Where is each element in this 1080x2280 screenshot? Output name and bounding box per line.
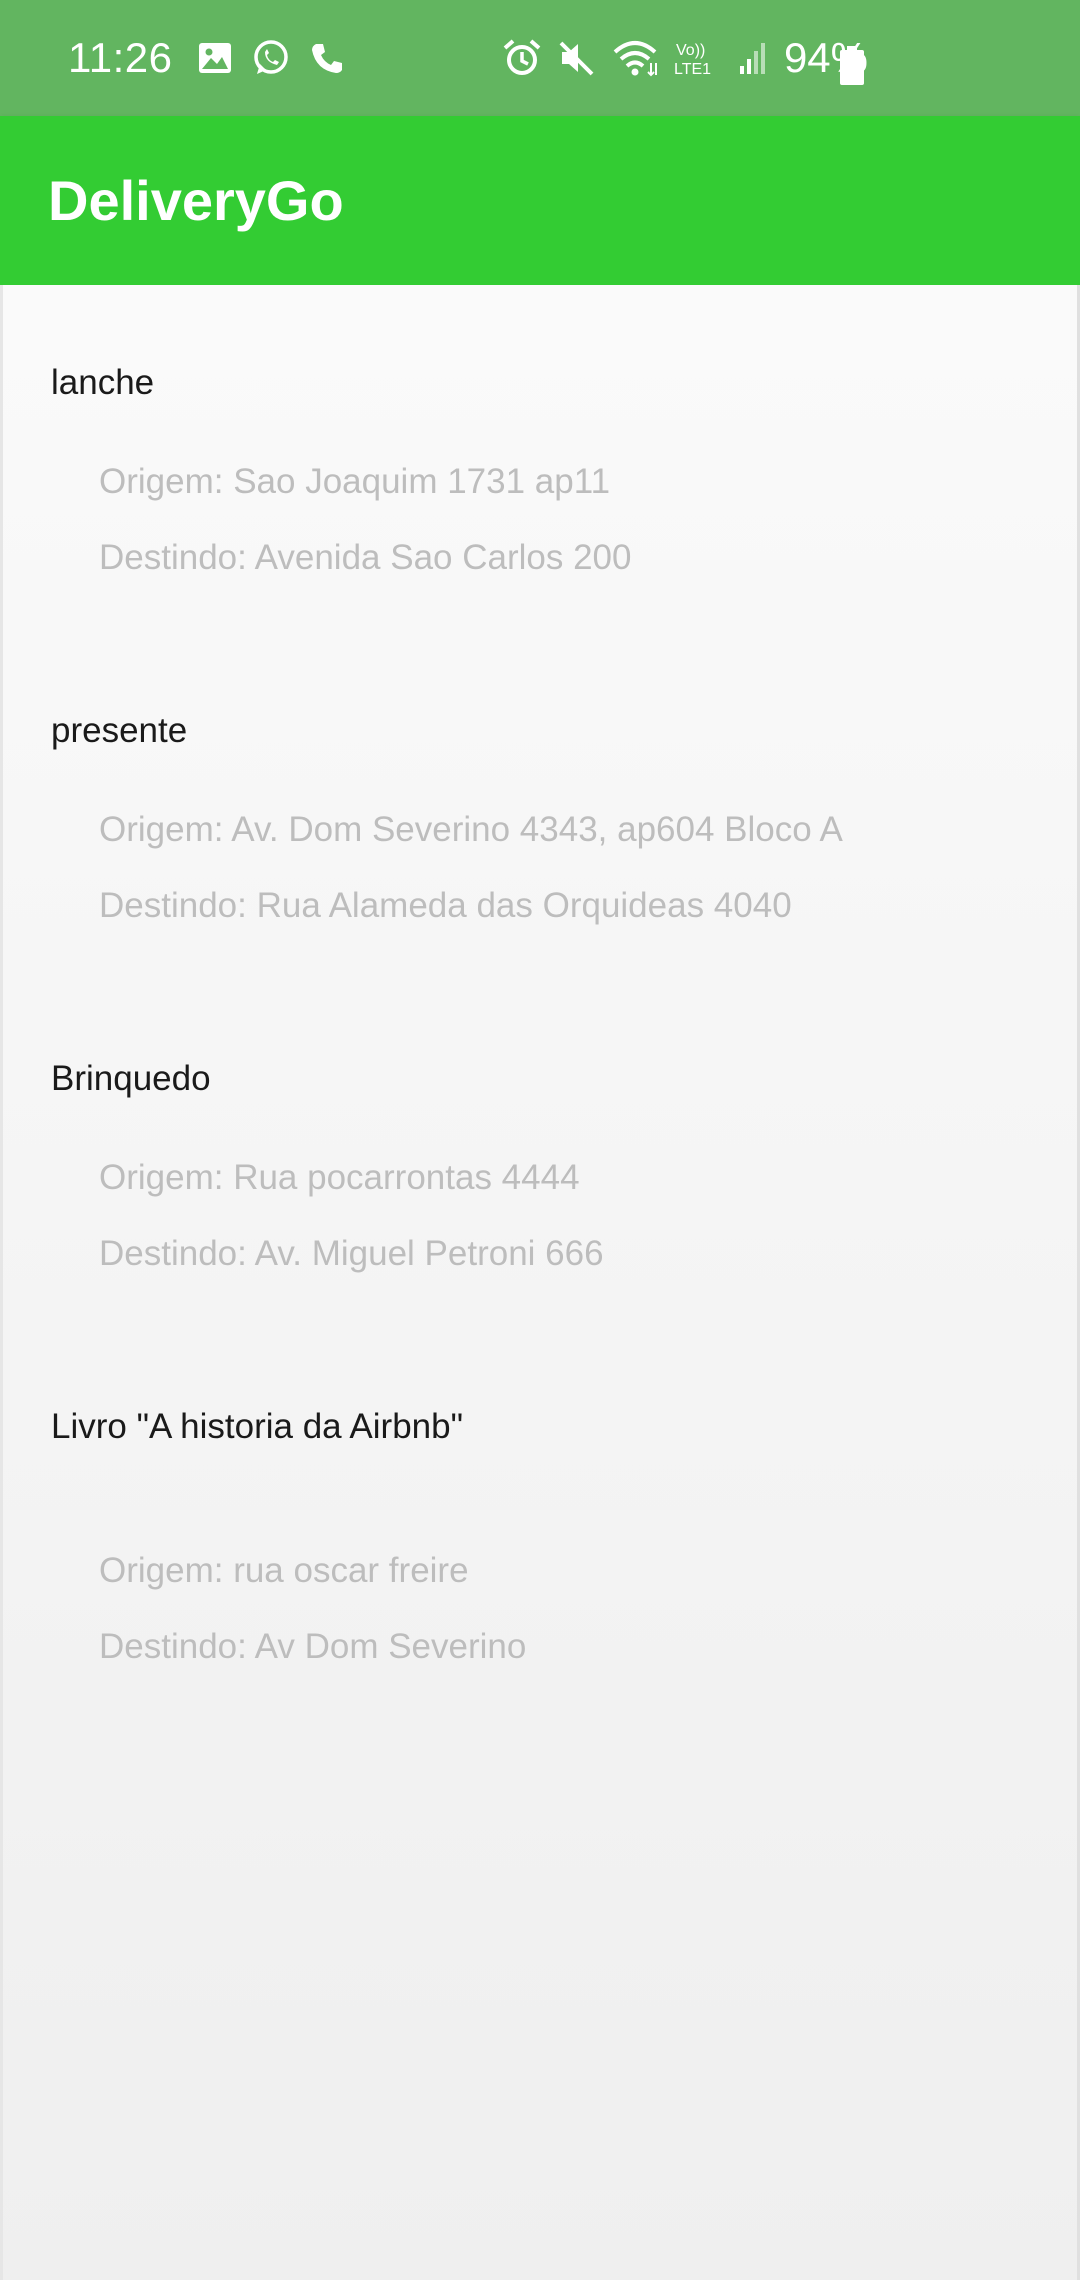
delivery-origin: Origem: Rua pocarrontas 4444 <box>99 1158 580 1197</box>
delivery-origin: Origem: Av. Dom Severino 4343, ap604 Blo… <box>99 810 843 849</box>
phone-icon <box>309 40 345 76</box>
delivery-title: presente <box>51 711 188 750</box>
delivery-title: lanche <box>51 363 155 402</box>
delivery-destination: Destindo: Rua Alameda das Orquideas 4040 <box>99 886 792 925</box>
delivery-title: Brinquedo <box>51 1059 211 1098</box>
app-title: DeliveryGo <box>48 169 344 232</box>
whatsapp-icon <box>251 38 291 78</box>
svg-text:Vo)): Vo)) <box>676 42 705 59</box>
system-status-icons: Vo)) LTE1 94% <box>502 0 1080 116</box>
app-bar: DeliveryGo <box>0 116 1080 285</box>
notification-icons <box>197 38 345 78</box>
alarm-icon <box>502 38 542 78</box>
volte-lte-icon: Vo)) LTE1 <box>674 38 722 78</box>
delivery-destination: Destindo: Av. Miguel Petroni 666 <box>99 1234 604 1273</box>
delivery-origin: Origem: Sao Joaquim 1731 ap11 <box>99 462 611 501</box>
delivery-origin: Origem: rua oscar freire <box>99 1551 469 1590</box>
mute-icon <box>558 39 596 77</box>
status-bar: 11:26 Vo)) LTE1 94% <box>0 0 1080 116</box>
delivery-destination: Destindo: Avenida Sao Carlos 200 <box>99 538 632 577</box>
delivery-destination: Destindo: Av Dom Severino <box>99 1627 527 1666</box>
delivery-title: Livro "A historia da Airbnb" <box>51 1407 464 1446</box>
signal-icon <box>738 40 768 76</box>
battery-icon <box>839 46 865 86</box>
wifi-icon <box>612 38 658 78</box>
svg-text:LTE1: LTE1 <box>674 61 711 78</box>
image-icon <box>197 40 233 76</box>
status-time: 11:26 <box>68 34 173 81</box>
delivery-list[interactable]: lanche Origem: Sao Joaquim 1731 ap11 Des… <box>0 285 1080 2280</box>
